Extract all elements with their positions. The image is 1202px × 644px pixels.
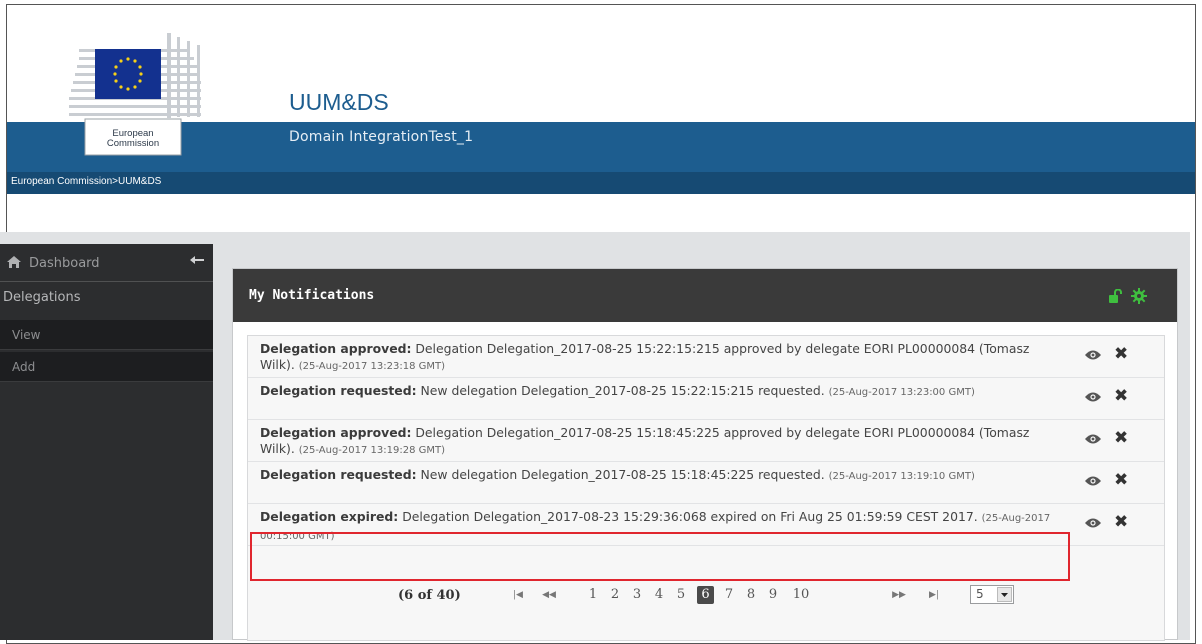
panel-header: My Notifications — [233, 269, 1177, 322]
breadcrumb-item-current[interactable]: UUM&DS — [118, 176, 161, 187]
list-item: Delegation requested: New delegation Del… — [248, 378, 1164, 420]
first-page-button[interactable]: |◀ — [510, 586, 526, 604]
dismiss-close-icon[interactable]: ✖ — [1114, 430, 1128, 447]
list-item: Delegation expired: Delegation Delegatio… — [248, 504, 1164, 546]
notification-text: Delegation expired: Delegation Delegatio… — [260, 509, 1060, 545]
next-page-button[interactable]: ▶▶ — [890, 586, 908, 604]
chevron-down-icon — [997, 587, 1012, 602]
app-title: UUM&DS — [289, 89, 389, 115]
logo-caption-line2: Commission — [106, 138, 160, 149]
unlock-icon[interactable] — [1108, 289, 1122, 303]
view-eye-icon[interactable] — [1084, 349, 1102, 361]
dismiss-close-icon[interactable]: ✖ — [1114, 346, 1128, 363]
page-button[interactable]: 2 — [608, 586, 622, 604]
rows-per-page-select[interactable]: 5 — [970, 585, 1014, 604]
view-eye-icon[interactable] — [1084, 517, 1102, 529]
sidebar-item-label: View — [12, 328, 41, 342]
page-button[interactable]: 9 — [766, 586, 780, 604]
notification-text: Delegation requested: New delegation Del… — [260, 383, 1060, 401]
notification-message: Delegation Delegation_2017-08-23 15:29:3… — [402, 509, 978, 524]
home-icon — [7, 256, 21, 268]
sidebar-dashboard[interactable]: Dashboard — [0, 244, 213, 282]
sidebar-item-label: Add — [12, 360, 36, 374]
dismiss-close-icon[interactable]: ✖ — [1114, 472, 1128, 489]
dismiss-close-icon[interactable]: ✖ — [1114, 388, 1128, 405]
notification-title: Delegation approved: — [260, 341, 412, 356]
notification-title: Delegation approved: — [260, 425, 412, 440]
notification-message: New delegation Delegation_2017-08-25 15:… — [420, 383, 825, 398]
notification-timestamp: (25-Aug-2017 13:19:10 GMT) — [828, 471, 975, 482]
domain-subtitle: Domain IntegrationTest_1 — [289, 129, 474, 145]
page-button[interactable]: 5 — [674, 586, 688, 604]
notification-timestamp: (25-Aug-2017 13:19:28 GMT) — [298, 445, 446, 456]
rows-per-page-value: 5 — [976, 587, 984, 601]
notification-text: Delegation approved: Delegation Delegati… — [260, 341, 1060, 375]
page-button[interactable]: 8 — [744, 586, 758, 604]
view-eye-icon[interactable] — [1084, 475, 1102, 487]
notification-title: Delegation requested: — [260, 467, 417, 482]
page-button[interactable]: 4 — [652, 586, 666, 604]
notification-timestamp: (25-Aug-2017 13:23:00 GMT) — [828, 387, 975, 398]
list-item: Delegation requested: New delegation Del… — [248, 462, 1164, 504]
sidebar-item-add[interactable]: Add — [0, 352, 213, 382]
breadcrumb-item-home[interactable]: European Commission — [11, 176, 112, 187]
gear-icon[interactable] — [1131, 288, 1147, 304]
sidebar-dashboard-label: Dashboard — [29, 256, 100, 271]
list-item: Delegation approved: Delegation Delegati… — [248, 336, 1164, 378]
page-button[interactable]: 3 — [630, 586, 644, 604]
notification-text: Delegation approved: Delegation Delegati… — [260, 425, 1060, 459]
notification-title: Delegation requested: — [260, 383, 417, 398]
view-eye-icon[interactable] — [1084, 391, 1102, 403]
list-item: Delegation approved: Delegation Delegati… — [248, 420, 1164, 462]
notification-message: New delegation Delegation_2017-08-25 15:… — [420, 467, 825, 482]
notification-text: Delegation requested: New delegation Del… — [260, 467, 1060, 485]
breadcrumb: European Commission>UUM&DS — [11, 176, 161, 187]
last-page-button[interactable]: ▶| — [926, 586, 942, 604]
sidebar-item-view[interactable]: View — [0, 320, 213, 350]
sidebar: Dashboard Delegations View Add — [0, 244, 213, 640]
sidebar-section-delegations[interactable]: Delegations — [0, 290, 81, 305]
prev-page-button[interactable]: ◀◀ — [540, 586, 558, 604]
notifications-panel: My Notifications Delegation approved: De… — [232, 268, 1178, 641]
notification-timestamp: (25-Aug-2017 13:23:18 GMT) — [298, 361, 446, 372]
page-button[interactable]: 1 — [586, 586, 600, 604]
view-eye-icon[interactable] — [1084, 433, 1102, 445]
pagination-summary: (6 of 40) — [398, 588, 461, 603]
breadcrumb-bar — [7, 172, 1195, 194]
page-button[interactable]: 10 — [788, 586, 814, 604]
notification-title: Delegation expired: — [260, 509, 399, 524]
page-button-current[interactable]: 6 — [697, 586, 714, 604]
dismiss-close-icon[interactable]: ✖ — [1114, 514, 1128, 531]
page-button[interactable]: 7 — [722, 586, 736, 604]
panel-title: My Notifications — [249, 288, 375, 303]
collapse-sidebar-icon[interactable] — [189, 253, 205, 267]
logo-caption: European Commission — [93, 129, 173, 149]
